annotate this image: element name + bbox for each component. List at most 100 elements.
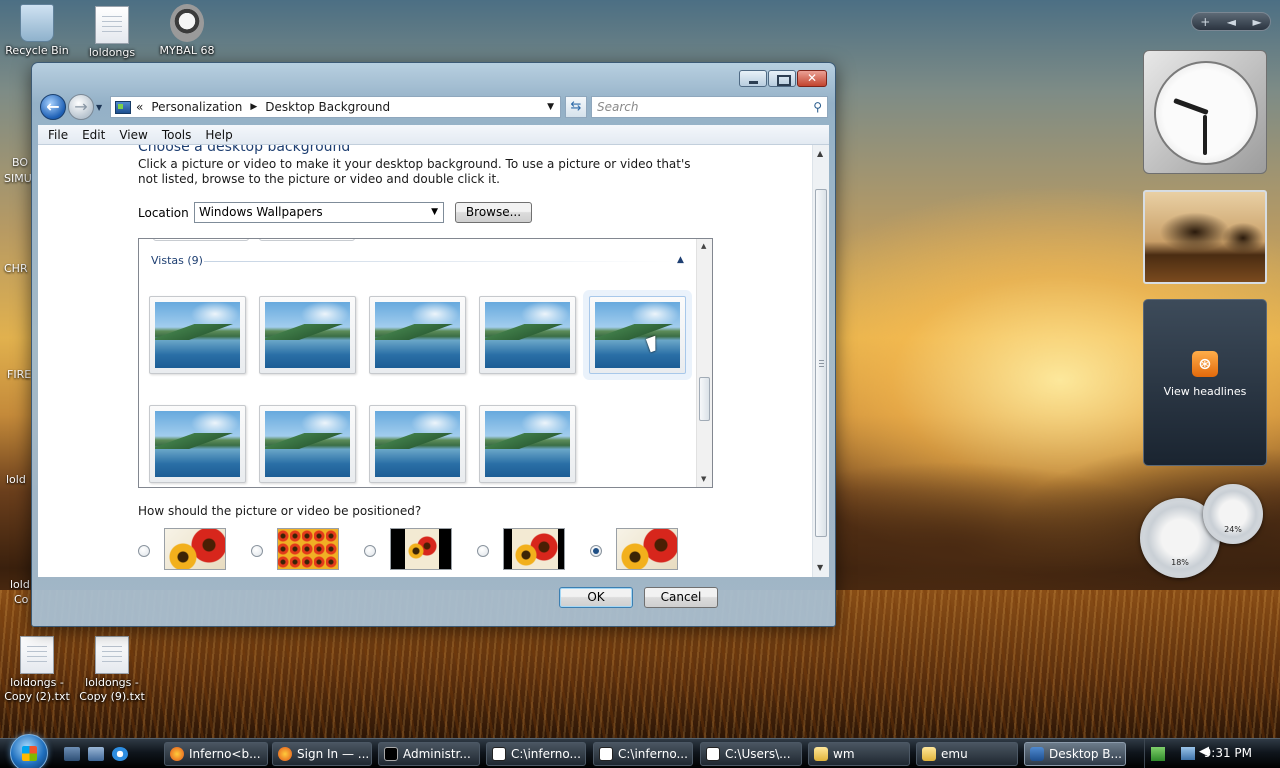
close-button[interactable]: ✕ <box>797 70 827 87</box>
instructions-text: Click a picture or video to make it your… <box>138 157 691 186</box>
wallpaper-vista-2[interactable] <box>259 296 356 374</box>
location-select[interactable]: Windows Wallpapers ▼ <box>194 202 444 223</box>
mybal-app-icon[interactable]: MYBAL 68 <box>152 4 222 58</box>
wallpaper-vista-7[interactable] <box>259 405 356 483</box>
position-preview-tile[interactable] <box>277 528 339 570</box>
loldongs-copy2-icon[interactable]: loldongs - Copy (2).txt <box>2 636 72 704</box>
breadcrumb-personalization[interactable]: Personalization <box>151 100 242 114</box>
internet-explorer-icon[interactable] <box>112 747 128 761</box>
address-prefix[interactable]: « <box>136 100 143 114</box>
recent-pages-dropdown[interactable]: ▼ <box>96 103 102 112</box>
wallpaper-image <box>265 302 350 368</box>
position-radio-fit-to-screen[interactable] <box>138 545 150 557</box>
wallpaper-image <box>595 302 680 368</box>
taskbar-clock[interactable]: 9:31 PM <box>1204 746 1252 760</box>
scroll-up-icon[interactable]: ▲ <box>701 242 706 250</box>
position-preview-center[interactable] <box>390 528 452 570</box>
menu-tools[interactable]: Tools <box>156 128 200 142</box>
task-7zip-inferno-1[interactable]: C:\inferno... <box>486 742 586 766</box>
task-inferno-firefox[interactable]: Inferno<b... <box>164 742 268 766</box>
position-preview-fit-to-screen[interactable] <box>164 528 226 570</box>
task-administrator-cmd[interactable]: Administr... <box>378 742 480 766</box>
minimize-button[interactable] <box>739 70 767 87</box>
tray-app-icon[interactable] <box>1151 747 1165 761</box>
scroll-down-icon[interactable]: ▼ <box>817 563 823 572</box>
wallpaper-vista-9[interactable] <box>479 405 576 483</box>
address-bar[interactable]: « Personalization ▶ Desktop Background ▼ <box>110 96 561 118</box>
task-7zip-users[interactable]: C:\Users\... <box>700 742 802 766</box>
search-icon[interactable]: ⚲ <box>813 97 822 117</box>
chevron-down-icon[interactable]: ▼ <box>431 203 438 222</box>
forward-button[interactable]: → <box>68 94 94 120</box>
wallpaper-vista-1[interactable] <box>149 296 246 374</box>
network-icon[interactable] <box>1181 747 1195 760</box>
ok-button[interactable]: OK <box>559 587 633 608</box>
loldongs-copy9-icon[interactable]: loldongs - Copy (9).txt <box>77 636 147 704</box>
content-scroll-thumb[interactable] <box>815 189 827 537</box>
back-button[interactable]: ← <box>40 94 66 120</box>
collapse-group-icon[interactable]: ▲ <box>677 255 684 265</box>
wallpaper-vista-6[interactable] <box>149 405 246 483</box>
search-input[interactable]: Search ⚲ <box>591 96 828 118</box>
scroll-up-icon[interactable]: ▲ <box>817 149 823 158</box>
start-button[interactable] <box>10 734 48 768</box>
recycle-bin-icon[interactable]: Recycle Bin <box>2 4 72 58</box>
menu-view[interactable]: View <box>113 128 155 142</box>
loldongs-file-icon[interactable]: loldongs <box>77 6 147 60</box>
position-preview-fill[interactable] <box>616 528 678 570</box>
previous-gadgets-button[interactable]: ◄ <box>1227 15 1236 29</box>
memory-meter-gadget[interactable]: 24% <box>1203 484 1263 544</box>
next-gadgets-button[interactable]: ► <box>1253 15 1262 29</box>
wallpaper-image <box>155 411 240 477</box>
cpu-percent: 18% <box>1171 558 1189 567</box>
clock-gadget[interactable] <box>1143 50 1267 174</box>
task-label: emu <box>941 747 968 761</box>
group-header-vistas[interactable]: Vistas (9) <box>151 254 203 267</box>
feed-headlines-gadget[interactable]: ⊛ View headlines <box>1143 299 1267 466</box>
maximize-button[interactable] <box>768 70 796 87</box>
previous-thumbnail-edge <box>259 239 355 241</box>
breadcrumb-desktop-background[interactable]: Desktop Background <box>265 100 390 114</box>
position-radio-center[interactable] <box>364 545 376 557</box>
previous-thumbnail-edge <box>153 239 249 241</box>
content-scrollbar[interactable]: ▲ ▼ <box>812 145 829 577</box>
refresh-button[interactable]: ⇆ <box>565 96 587 118</box>
show-desktop-icon[interactable] <box>64 747 80 761</box>
task-desktop-background[interactable]: Desktop B... <box>1024 742 1126 766</box>
position-radio-tile[interactable] <box>251 545 263 557</box>
memory-percent: 24% <box>1224 525 1242 534</box>
menu-edit[interactable]: Edit <box>76 128 113 142</box>
wallpaper-vista-4[interactable] <box>479 296 576 374</box>
wallpaper-gallery: Vistas (9) ▲ ▲ ▼ <box>138 238 713 488</box>
address-dropdown-icon[interactable]: ▼ <box>547 102 554 112</box>
desktop-icon-label: MYBAL 68 <box>159 44 215 57</box>
browse-button[interactable]: Browse... <box>455 202 532 223</box>
cut-icon-label: FIRE <box>7 368 32 381</box>
wallpaper-vista-5[interactable] <box>589 296 686 374</box>
position-radio-fill[interactable] <box>590 545 602 557</box>
task-label: Desktop B... <box>1049 747 1122 761</box>
switch-windows-icon[interactable] <box>88 747 104 761</box>
breadcrumb-separator-icon[interactable]: ▶ <box>250 102 257 112</box>
wallpaper-vista-3[interactable] <box>369 296 466 374</box>
gallery-scroll-thumb[interactable] <box>699 377 710 421</box>
menu-file[interactable]: File <box>42 128 76 142</box>
cut-icon-label: lold <box>6 473 26 486</box>
gallery-scrollbar[interactable]: ▲ ▼ <box>696 239 712 487</box>
control-panel-icon <box>115 100 131 114</box>
task-7zip-inferno-2[interactable]: C:\inferno... <box>593 742 693 766</box>
position-radio-fit[interactable] <box>477 545 489 557</box>
menu-help[interactable]: Help <box>199 128 240 142</box>
view-headlines-link[interactable]: View headlines <box>1144 385 1266 398</box>
cut-icon-label: CHR <box>4 262 28 275</box>
slideshow-gadget[interactable] <box>1143 190 1267 284</box>
wallpaper-vista-8[interactable] <box>369 405 466 483</box>
task-folder-emu[interactable]: emu <box>916 742 1018 766</box>
cancel-button[interactable]: Cancel <box>644 587 718 608</box>
task-sign-in-firefox[interactable]: Sign In — ... <box>272 742 372 766</box>
scroll-down-icon[interactable]: ▼ <box>701 475 706 483</box>
task-folder-wm[interactable]: wm <box>808 742 910 766</box>
position-preview-fit[interactable] <box>503 528 565 570</box>
add-gadget-button[interactable]: + <box>1200 15 1210 29</box>
text-file-icon <box>20 636 54 674</box>
